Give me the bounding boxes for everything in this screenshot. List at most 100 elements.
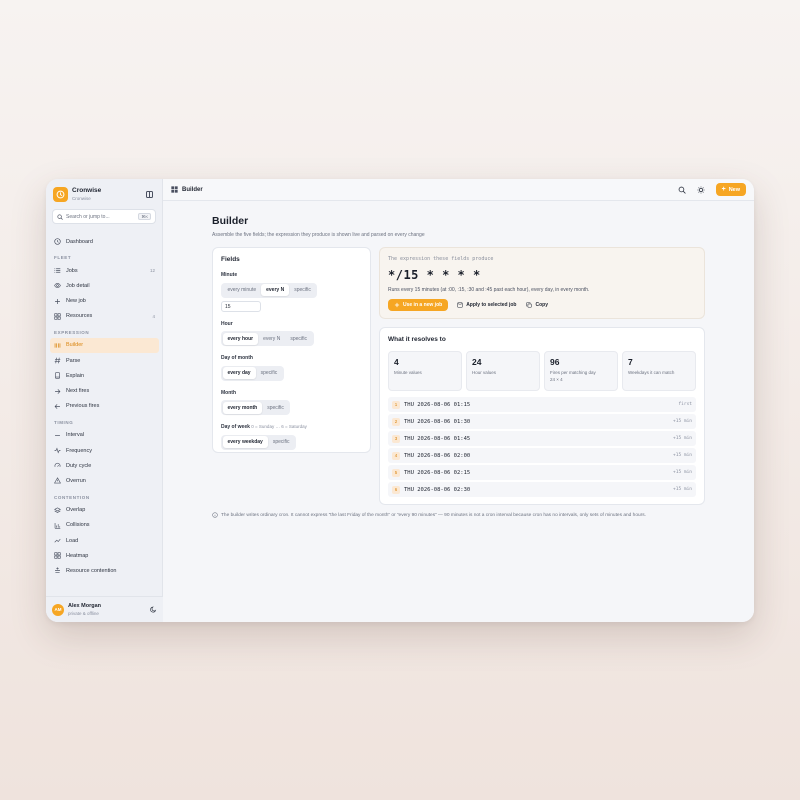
minute-label: Minute: [221, 272, 238, 278]
sidebar-item-label: New job: [66, 298, 86, 305]
day-of-week-hint: 0 = Sunday … 6 = Saturday: [251, 424, 307, 429]
sidebar-item-parse[interactable]: Parse: [50, 353, 159, 368]
sidebar-item-explain[interactable]: Explain: [50, 368, 159, 383]
fire-index: 2: [392, 417, 400, 426]
plus-icon: [394, 302, 400, 308]
stat-label: Minute values: [394, 370, 422, 375]
sidebar-item-count: 4: [152, 313, 155, 319]
minute-option-specific[interactable]: specific: [289, 284, 316, 296]
sidebar-item-label: Overrun: [66, 477, 86, 484]
fire-time: THU 2026-08-06 02:00: [404, 452, 471, 459]
hour-option-every-n[interactable]: every N: [258, 333, 285, 345]
month-option-specific[interactable]: specific: [262, 402, 289, 414]
clock-icon: [54, 238, 61, 245]
use-in-new-job-label: Use in a new job: [403, 302, 443, 308]
sidebar-item-previous-fires[interactable]: Previous fires: [50, 399, 159, 414]
section-label-expression: EXPRESSION: [54, 329, 90, 335]
brand[interactable]: Cronwise Cronwise: [53, 187, 101, 202]
sidebar-item-load[interactable]: Load: [50, 533, 159, 548]
day-of-week-label-text: Day of week: [221, 424, 250, 430]
gauge-icon: [54, 463, 61, 468]
day-of-month-label: Day of month: [221, 355, 253, 361]
fire-delta: +15 min: [673, 436, 692, 441]
stat-label: Weekdays it can match: [628, 370, 675, 375]
list-item: 2 THU 2026-08-06 01:30 +15 min: [388, 414, 696, 429]
main-content: Builder + New Builder Assemble the five …: [163, 179, 754, 622]
sidebar-item-overlap[interactable]: Overlap: [50, 503, 159, 518]
sidebar-item-label: Explain: [66, 372, 85, 379]
footnote: The builder writes ordinary cron. It can…: [212, 512, 646, 518]
sidebar-item-label: Dashboard: [66, 238, 93, 245]
hour-label: Hour: [221, 320, 233, 327]
stats-row: 4 Minute values 24 Hour values 96 Fires …: [388, 351, 696, 391]
sidebar-item-jobs[interactable]: Jobs 12: [50, 263, 159, 278]
day-of-week-selector: every weekday specific: [221, 434, 296, 450]
stat-card: 96 Fires per matching day 24 × 4: [544, 351, 618, 391]
brand-name: Cronwise: [72, 187, 102, 194]
day-of-week-label: Day of week 0 = Sunday … 6 = Saturday: [221, 424, 362, 430]
minus-icon: [55, 435, 60, 436]
fields-card: Fields Minute every minute every N speci…: [212, 247, 371, 453]
dow-option-every-weekday[interactable]: every weekday: [222, 436, 268, 448]
fire-index: 6: [392, 485, 400, 494]
dom-option-every-day[interactable]: every day: [222, 367, 256, 379]
stat-card: 4 Minute values: [388, 351, 462, 391]
search-input[interactable]: Search or jump to... ⌘K: [52, 209, 156, 224]
sidebar-item-overrun[interactable]: Overrun: [50, 473, 159, 488]
apply-to-selected-job-button[interactable]: Apply to selected job: [452, 299, 521, 311]
sun-icon[interactable]: [697, 185, 705, 194]
arrow-right-icon: [55, 388, 61, 394]
new-button[interactable]: + New: [715, 183, 746, 196]
month-label: Month: [221, 389, 236, 396]
use-in-new-job-button[interactable]: Use in a new job: [388, 299, 449, 311]
sidebar-item-resources[interactable]: Resources 4: [50, 309, 159, 324]
list-item: 1 THU 2026-08-06 01:15 first: [388, 397, 696, 412]
sidebar-toggle-icon[interactable]: [146, 191, 153, 198]
sidebar-item-label: Jobs: [66, 267, 78, 274]
search-icon[interactable]: [678, 186, 686, 194]
sidebar-item-label: Interval: [66, 432, 85, 439]
hour-option-every-hour[interactable]: every hour: [222, 332, 259, 345]
sidebar-item-builder[interactable]: Builder: [50, 337, 159, 353]
stat-value: 7: [628, 357, 633, 367]
stat-label: Fires per matching day: [550, 370, 596, 375]
sidebar-item-job-detail[interactable]: Job detail: [50, 278, 159, 293]
user-profile[interactable]: AM Alex Morgan private & offline: [46, 596, 163, 622]
list-item: 6 THU 2026-08-06 02:30 +15 min: [388, 482, 696, 497]
sidebar-item-next-fires[interactable]: Next fires: [50, 384, 159, 399]
resolves-title: What it resolves to: [388, 336, 446, 343]
sidebar-item-dashboard[interactable]: Dashboard: [50, 234, 159, 249]
page-subtitle: Assemble the five fields; the expression…: [212, 232, 425, 238]
bar-chart-icon: [54, 522, 61, 529]
fire-time: THU 2026-08-06 01:30: [404, 418, 471, 425]
sidebar-item-duty-cycle[interactable]: Duty cycle: [50, 458, 159, 473]
list-item: 3 THU 2026-08-06 01:45 +15 min: [388, 431, 696, 446]
minute-selector: every minute every N specific: [221, 282, 318, 298]
list-item: 4 THU 2026-08-06 02:00 +15 min: [388, 448, 696, 463]
sidebar-item-frequency[interactable]: Frequency: [50, 443, 159, 458]
moon-icon[interactable]: [150, 606, 157, 613]
fire-delta: +15 min: [673, 487, 692, 492]
sidebar-item-resource-contention[interactable]: Resource contention: [50, 563, 159, 578]
hash-icon: [54, 357, 61, 364]
user-status: private & offline: [68, 611, 99, 616]
sidebar-item-new-job[interactable]: New job: [50, 294, 159, 309]
copy-button[interactable]: Copy: [521, 299, 553, 311]
dow-option-specific[interactable]: specific: [268, 436, 295, 448]
sidebar-item-heatmap[interactable]: Heatmap: [50, 548, 159, 563]
minute-option-every-n[interactable]: every N: [261, 284, 290, 296]
fire-delta: +15 min: [673, 453, 692, 458]
sidebar-item-interval[interactable]: Interval: [50, 428, 159, 443]
stat-value: 4: [394, 357, 399, 367]
sidebar-item-collisions[interactable]: Collisions: [50, 518, 159, 533]
minute-option-every-minute[interactable]: every minute: [223, 284, 262, 296]
fire-delta: +15 min: [673, 419, 692, 424]
dom-option-specific[interactable]: specific: [256, 367, 283, 379]
sidebar-item-count: 12: [149, 268, 155, 274]
month-option-every-month[interactable]: every month: [222, 401, 263, 414]
minute-interval-input[interactable]: 15: [221, 300, 261, 312]
arrow-left-icon: [54, 403, 60, 409]
save-icon: [457, 302, 463, 308]
hour-option-specific[interactable]: specific: [285, 333, 312, 345]
section-label-contention: CONTENTION: [54, 494, 90, 500]
